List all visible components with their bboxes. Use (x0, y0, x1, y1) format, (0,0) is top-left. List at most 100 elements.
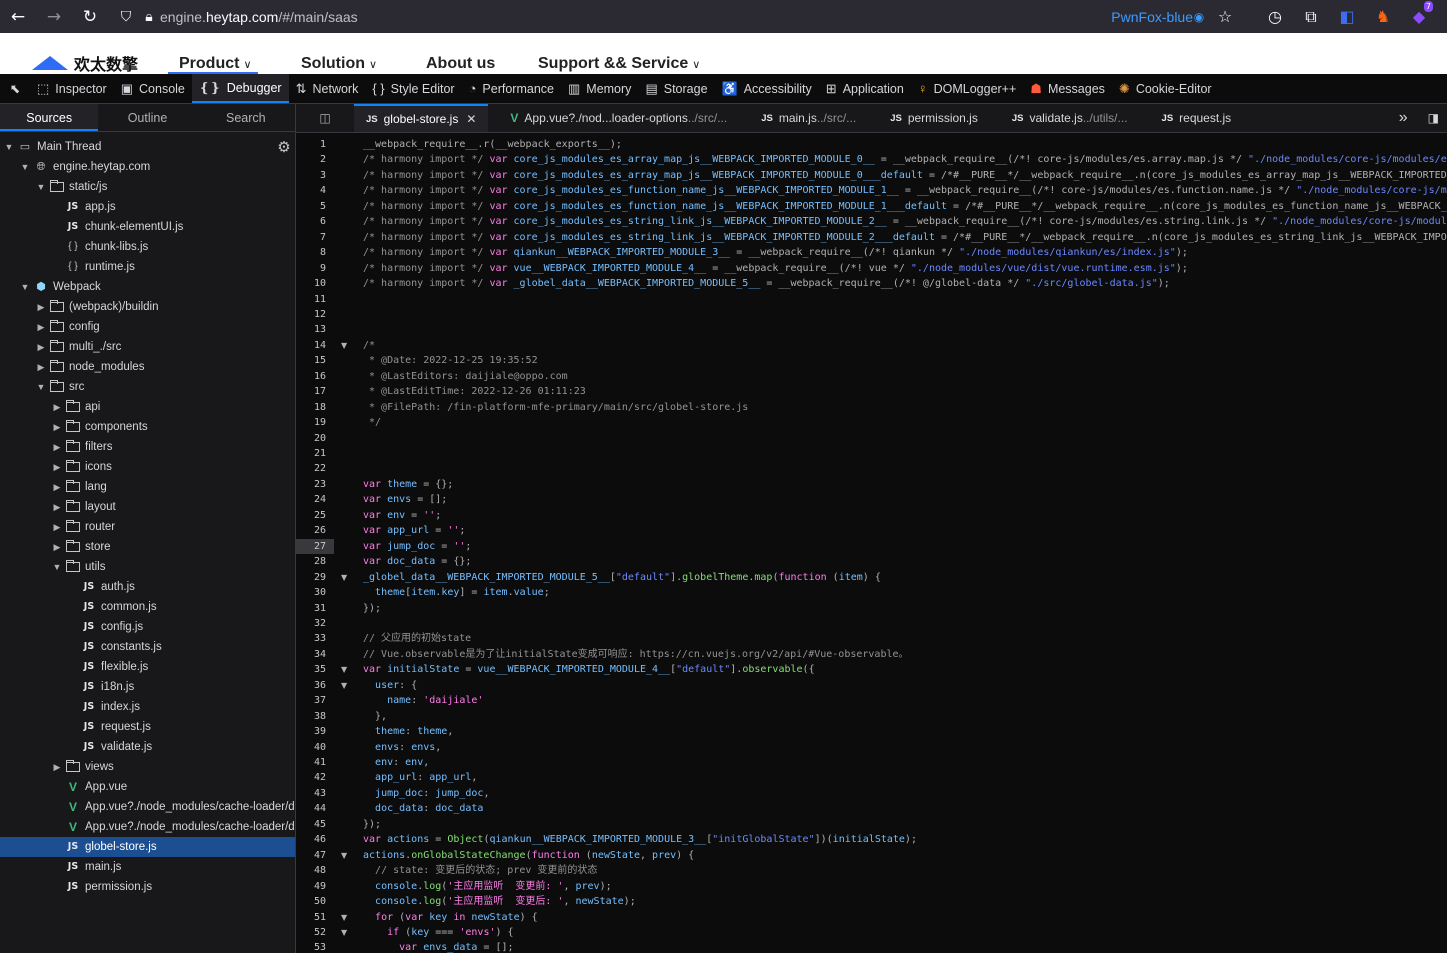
url-text[interactable]: engine.heytap.com/#/main/saas (160, 9, 358, 25)
editor-tab[interactable]: JS globel-store.js ✕ (354, 104, 489, 132)
tree-item[interactable]: ▼ ⬢ Webpack (0, 277, 295, 297)
twisty-collapsed-icon[interactable]: ▶ (52, 517, 62, 537)
tree-item[interactable]: ▼ src (0, 377, 295, 397)
history-icon[interactable]: ◷ (1257, 0, 1293, 33)
tree-item[interactable]: ▶ config (0, 317, 295, 337)
line-number[interactable]: 29 (296, 570, 326, 585)
tree-item[interactable]: JS index.js (0, 697, 295, 717)
tree-item[interactable]: ▶ filters (0, 437, 295, 457)
line-number[interactable]: 49 (296, 879, 326, 894)
line-number[interactable]: 16 (296, 369, 326, 384)
fold-toggle-icon[interactable]: ▼ (341, 925, 347, 940)
tree-item[interactable]: ▼ utils (0, 557, 295, 577)
tree-item[interactable]: ▼ 🌐︎ engine.heytap.com (0, 157, 295, 177)
twisty-collapsed-icon[interactable]: ▶ (52, 757, 62, 777)
twisty-expanded-icon[interactable]: ▼ (36, 377, 46, 397)
line-number[interactable]: 24 (296, 492, 326, 507)
tree-item[interactable]: ▶ layout (0, 497, 295, 517)
line-number[interactable]: 47 (296, 848, 326, 863)
devtools-tab-messages[interactable]: ☗ Messages (1023, 74, 1112, 103)
line-number[interactable]: 36 (296, 678, 326, 693)
devtools-tab-application[interactable]: ⊞ Application (819, 74, 911, 103)
line-number[interactable]: 40 (296, 740, 326, 755)
element-picker-icon[interactable]: ⬉ (0, 74, 30, 103)
tree-item[interactable]: ▶ store (0, 537, 295, 557)
line-number[interactable]: 21 (296, 446, 326, 461)
tree-item[interactable]: V App.vue (0, 777, 295, 797)
editor-tab[interactable]: V App.vue?./nod...loader-options ../src/.… (498, 104, 739, 132)
devtools-tab-cookie-editor[interactable]: ✺ Cookie-Editor (1112, 74, 1219, 103)
line-number[interactable]: 38 (296, 709, 326, 724)
line-number[interactable]: 22 (296, 461, 326, 476)
line-number[interactable]: 7 (296, 230, 326, 245)
tree-item[interactable]: { } runtime.js (0, 257, 295, 277)
shield-extension-icon[interactable]: ◧ (1329, 0, 1365, 33)
devtools-tab-domlogger[interactable]: ♀ DOMLogger++ (911, 74, 1023, 103)
line-number[interactable]: 15 (296, 353, 326, 368)
toggle-sidebar-icon[interactable]: ◫ (296, 104, 354, 132)
lock-icon[interactable]: 🔒︎ (140, 9, 158, 25)
twisty-collapsed-icon[interactable]: ▶ (52, 477, 62, 497)
twisty-expanded-icon[interactable]: ▼ (36, 177, 46, 197)
fold-toggle-icon[interactable]: ▼ (341, 848, 347, 863)
container-label[interactable]: PwnFox-blue (1111, 9, 1193, 25)
back-icon[interactable]: ← (0, 0, 36, 33)
line-number[interactable]: 32 (296, 616, 326, 631)
tree-item[interactable]: { } chunk-libs.js (0, 237, 295, 257)
line-number[interactable]: 4 (296, 183, 326, 198)
puzzle-extension-icon[interactable]: ◆ 7 (1401, 0, 1437, 33)
tab-search[interactable]: Search (197, 104, 295, 131)
line-number[interactable]: 35 (296, 662, 326, 677)
tree-item[interactable]: JS request.js (0, 717, 295, 737)
twisty-collapsed-icon[interactable]: ▶ (36, 297, 46, 317)
twisty-expanded-icon[interactable]: ▼ (20, 277, 30, 297)
line-number[interactable]: 23 (296, 477, 326, 492)
tree-item[interactable]: JS i18n.js (0, 677, 295, 697)
more-tabs-icon[interactable]: » (1387, 104, 1420, 132)
twisty-expanded-icon[interactable]: ▼ (4, 137, 14, 157)
line-number[interactable]: 42 (296, 770, 326, 785)
devtools-tab-style-editor[interactable]: { } Style Editor (365, 74, 461, 103)
tree-item[interactable]: ▶ api (0, 397, 295, 417)
editor-tab[interactable]: JS main.js ../src/... (749, 104, 868, 132)
twisty-expanded-icon[interactable]: ▼ (20, 157, 30, 177)
line-number[interactable]: 11 (296, 292, 326, 307)
line-number[interactable]: 48 (296, 863, 326, 878)
twisty-collapsed-icon[interactable]: ▶ (36, 357, 46, 377)
line-number[interactable]: 41 (296, 755, 326, 770)
twisty-collapsed-icon[interactable]: ▶ (52, 537, 62, 557)
line-number[interactable]: 18 (296, 400, 326, 415)
reload-icon[interactable]: ↻ (72, 0, 108, 33)
line-number[interactable]: 44 (296, 801, 326, 816)
devtools-tab-performance[interactable]: ◔ Performance (462, 74, 561, 103)
tree-item[interactable]: V App.vue?./node_modules/cache-loader/dis… (0, 817, 295, 837)
twisty-collapsed-icon[interactable]: ▶ (36, 337, 46, 357)
logo[interactable]: 欢太数擎 (32, 51, 138, 74)
tree-item[interactable]: JS auth.js (0, 577, 295, 597)
line-number[interactable]: 34 (296, 647, 326, 662)
line-number[interactable]: 3 (296, 168, 326, 183)
editor-tab[interactable]: JS permission.js (878, 104, 990, 132)
forward-icon[interactable]: → (36, 0, 72, 33)
line-number[interactable]: 50 (296, 894, 326, 909)
tree-item[interactable]: ▼ static/js (0, 177, 295, 197)
line-number[interactable]: 43 (296, 786, 326, 801)
line-number[interactable]: 8 (296, 245, 326, 260)
tree-item[interactable]: ▶ views (0, 757, 295, 777)
devtools-tab-accessibility[interactable]: ♿ Accessibility (715, 74, 819, 103)
line-number[interactable]: 30 (296, 585, 326, 600)
line-number[interactable]: 46 (296, 832, 326, 847)
bookmark-star-icon[interactable]: ☆ (1207, 0, 1243, 33)
devtools-tab-inspector[interactable]: ⬚ Inspector (30, 74, 114, 103)
tree-item[interactable]: JS globel-store.js (0, 837, 295, 857)
fold-toggle-icon[interactable]: ▼ (341, 678, 347, 693)
line-gutter[interactable]: 1 2 3 4 5 6 7 8 9 10 11 12 13 14 ▼ 15 16 17 18 19 20 21 22 23 24… (296, 134, 358, 953)
tree-item[interactable]: ▶ icons (0, 457, 295, 477)
editor-tab[interactable]: JS validate.js ../utils/... (1000, 104, 1140, 132)
tree-item[interactable]: ▶ multi_./src (0, 337, 295, 357)
line-number[interactable]: 5 (296, 199, 326, 214)
devtools-tab-console[interactable]: ▣ Console (114, 74, 192, 103)
tree-item[interactable]: V App.vue?./node_modules/cache-loader/dis… (0, 797, 295, 817)
twisty-collapsed-icon[interactable]: ▶ (52, 457, 62, 477)
line-number[interactable]: 33 (296, 631, 326, 646)
